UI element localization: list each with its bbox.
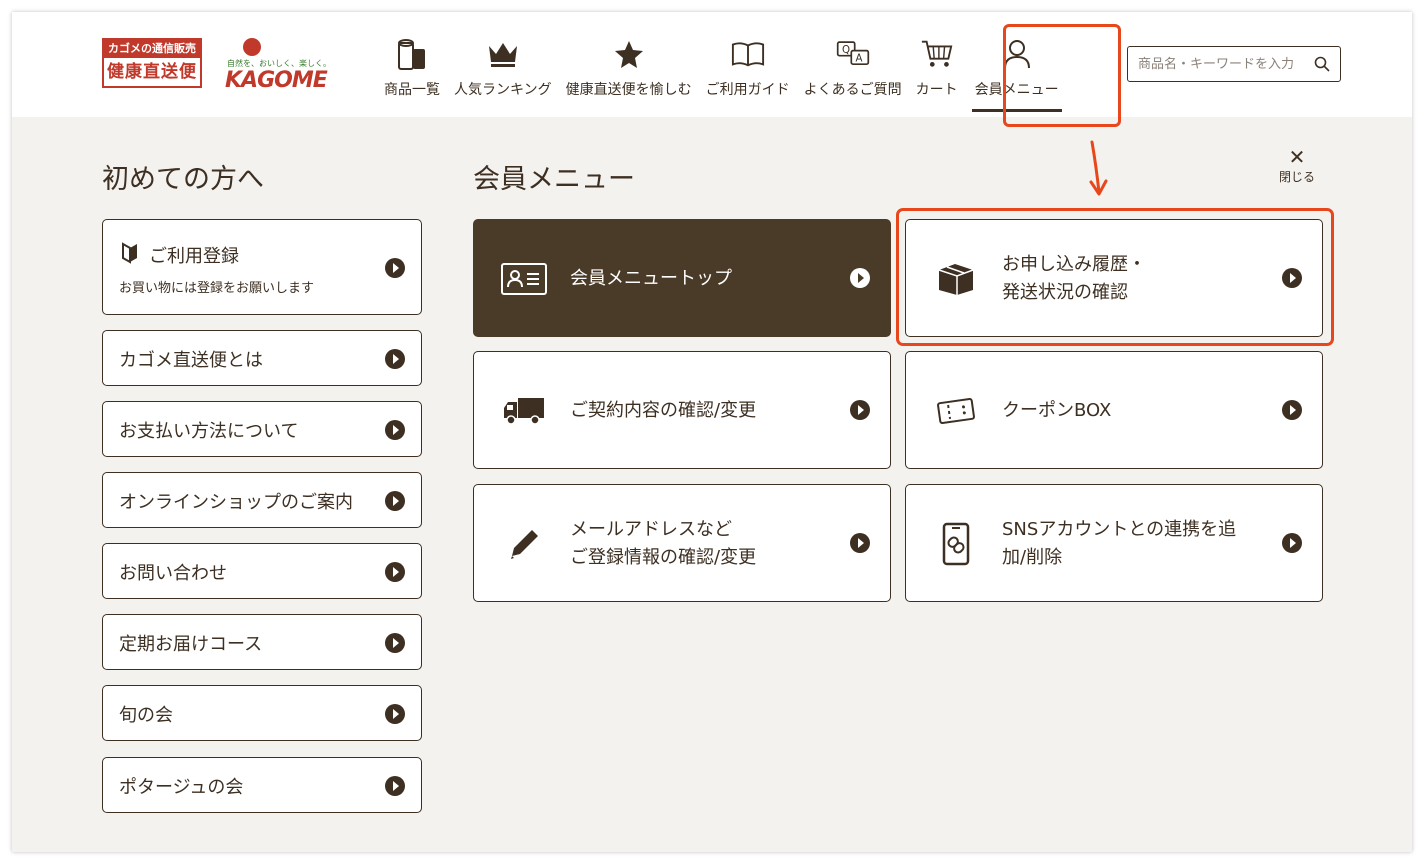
logo-name: 健康直送便 <box>107 62 197 82</box>
left-item-label: カゴメ直送便とは <box>119 350 263 371</box>
card-sns-link[interactable]: SNSアカウントとの連携を追 加/削除 <box>905 484 1323 602</box>
nav-faq[interactable]: QA よくあるご質問 <box>797 37 909 117</box>
nav-label: よくあるご質問 <box>803 82 902 98</box>
left-item-label: オンラインショップのご案内 <box>119 492 353 513</box>
card-label: クーポンBOX <box>1002 400 1112 421</box>
arrow-right-icon <box>385 633 405 653</box>
close-button[interactable]: ✕ 閉じる <box>1272 146 1322 190</box>
star-icon <box>612 37 646 71</box>
pencil-icon <box>500 522 548 566</box>
member-card-icon <box>500 257 548 301</box>
left-item-payment[interactable]: お支払い方法について <box>102 401 422 457</box>
crown-icon <box>486 37 520 71</box>
nav-label: 健康直送便を愉しむ <box>565 82 692 98</box>
nav-label: 人気ランキング <box>454 82 552 98</box>
card-member-top[interactable]: 会員メニュートップ <box>473 219 891 337</box>
tomato-icon <box>243 38 261 56</box>
card-registration-info[interactable]: メールアドレスなど ご登録情報の確認/変更 <box>473 484 891 602</box>
arrow-right-icon <box>385 258 405 278</box>
nav-products[interactable]: 商品一覧 <box>377 37 447 117</box>
highlight-box-nav <box>1003 24 1121 127</box>
coupon-icon <box>932 389 980 433</box>
card-label: 会員メニュートップ <box>570 268 732 289</box>
kagome-logo[interactable]: 自然を、おいしく、楽しく。 KAGOME <box>217 36 331 93</box>
card-coupon-box[interactable]: クーポンBOX <box>905 351 1323 469</box>
left-item-about[interactable]: カゴメ直送便とは <box>102 330 422 386</box>
arrow-right-icon <box>1282 400 1302 420</box>
search-icon[interactable] <box>1314 56 1330 76</box>
left-item-registration[interactable]: ご利用登録 お買い物には登録をお願いします <box>102 219 422 315</box>
nav-label: カート <box>915 82 958 98</box>
kenko-chokusobin-logo[interactable]: カゴメの通信販売 健康直送便 <box>102 38 202 88</box>
search-input[interactable] <box>1138 53 1308 75</box>
left-item-potage-club[interactable]: ポタージュの会 <box>102 757 422 813</box>
close-label: 閉じる <box>1278 170 1315 184</box>
nav-guide[interactable]: ご利用ガイド <box>699 37 797 117</box>
left-item-label: 定期お届けコース <box>119 634 263 655</box>
page-frame: カゴメの通信販売 健康直送便 自然を、おいしく、楽しく。 KAGOME 商品一覧… <box>12 12 1412 852</box>
qa-icon: QA <box>836 37 870 71</box>
nav-ranking[interactable]: 人気ランキング <box>447 37 559 117</box>
nav-label: ご利用ガイド <box>705 82 790 98</box>
site-header: カゴメの通信販売 健康直送便 自然を、おいしく、楽しく。 KAGOME 商品一覧… <box>12 12 1412 117</box>
beginner-mark-icon <box>121 242 139 268</box>
truck-icon <box>500 389 548 433</box>
left-item-label: お支払い方法について <box>119 421 299 442</box>
main-nav: 商品一覧 人気ランキング 健康直送便を愉しむ ご利用ガイド Q A よくあるご質… <box>377 37 1069 117</box>
left-item-subscription[interactable]: 定期お届けコース <box>102 614 422 670</box>
arrow-right-icon <box>850 400 870 420</box>
arrow-right-icon <box>385 491 405 511</box>
arrow-right-icon <box>385 349 405 369</box>
arrow-right-icon <box>850 533 870 553</box>
svg-text:A: A <box>855 54 862 65</box>
highlight-box-order-history <box>896 208 1334 346</box>
red-arrow-annotation <box>1089 140 1108 196</box>
svg-text:Q: Q <box>842 45 850 56</box>
arrow-right-icon <box>385 420 405 440</box>
card-label-line1: SNSアカウントとの連携を追 <box>1002 519 1237 540</box>
left-item-shun-club[interactable]: 旬の会 <box>102 685 422 741</box>
member-menu-title: 会員メニュー <box>473 164 635 195</box>
arrow-right-icon <box>385 562 405 582</box>
nav-cart[interactable]: カート <box>909 37 965 117</box>
left-item-sub: お買い物には登録をお願いします <box>119 281 315 296</box>
left-item-online-shop[interactable]: オンラインショップのご案内 <box>102 472 422 528</box>
left-item-label: 旬の会 <box>119 705 173 726</box>
card-label-line1: メールアドレスなど <box>570 519 732 540</box>
logo-tagline: カゴメの通信販売 <box>104 40 200 58</box>
cart-icon <box>920 37 954 71</box>
left-item-label: ポタージュの会 <box>119 777 244 798</box>
phone-link-icon <box>932 522 980 566</box>
card-contract[interactable]: ご契約内容の確認/変更 <box>473 351 891 469</box>
search-box[interactable] <box>1127 46 1341 82</box>
close-icon: ✕ <box>1288 145 1306 169</box>
first-time-title: 初めての方へ <box>102 164 264 195</box>
card-label-line2: ご登録情報の確認/変更 <box>570 547 757 568</box>
arrow-right-icon <box>385 776 405 796</box>
left-item-contact[interactable]: お問い合わせ <box>102 543 422 599</box>
kagome-brand: KAGOME <box>225 68 328 93</box>
nav-enjoy[interactable]: 健康直送便を愉しむ <box>559 37 699 117</box>
card-label-line2: 加/削除 <box>1002 547 1063 568</box>
left-item-label: ご利用登録 <box>149 246 239 267</box>
arrow-right-icon <box>1282 533 1302 553</box>
left-item-label: お問い合わせ <box>119 563 227 584</box>
arrow-right-icon <box>850 268 870 288</box>
arrow-right-icon <box>385 704 405 724</box>
nav-label: 商品一覧 <box>384 82 440 98</box>
products-icon <box>395 37 429 71</box>
card-label: ご契約内容の確認/変更 <box>570 400 757 421</box>
book-icon <box>731 37 765 71</box>
